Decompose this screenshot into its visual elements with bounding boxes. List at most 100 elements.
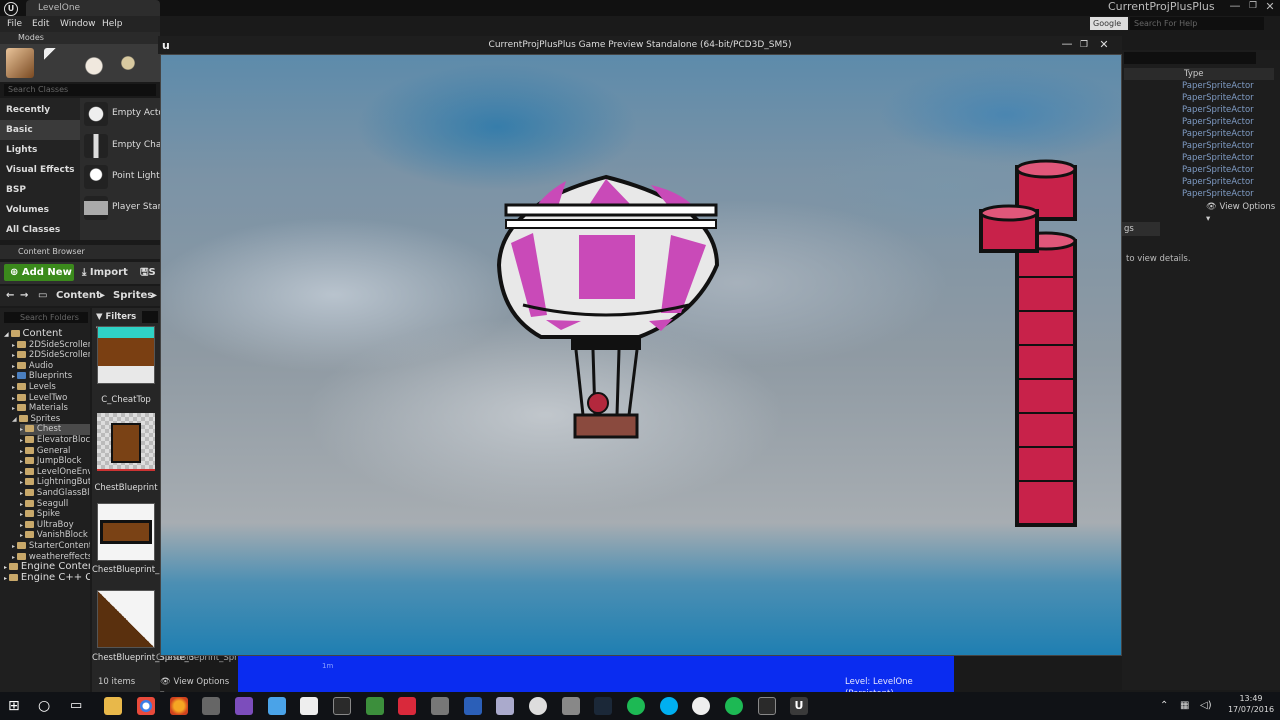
outliner-row-type[interactable]: PaperSpriteActor: [1182, 92, 1254, 104]
tree-item[interactable]: ▸ 2DSideScroller: [12, 340, 90, 351]
back-arrow-icon[interactable]: ←: [6, 286, 14, 306]
landscape-mode-icon[interactable]: [80, 48, 108, 78]
word-icon[interactable]: [464, 697, 482, 715]
category-visual-effects[interactable]: Visual Effects: [0, 160, 80, 180]
itunes-icon[interactable]: [692, 697, 710, 715]
tray-date[interactable]: 17/07/2016: [1226, 705, 1276, 717]
file-explorer-icon[interactable]: [104, 697, 122, 715]
tree-item[interactable]: ▸ Materials: [12, 403, 90, 414]
asset-thumbnail-sprite-1[interactable]: [97, 503, 155, 561]
app-icon[interactable]: [202, 697, 220, 715]
volume-icon[interactable]: ◁): [1200, 697, 1218, 715]
game-close-button[interactable]: ✕: [1096, 38, 1112, 52]
tree-item[interactable]: ▸ UltraBoy: [20, 520, 90, 531]
game-minimize-button[interactable]: —: [1060, 38, 1074, 52]
tray-chevron-up-icon[interactable]: ⌃: [1160, 697, 1178, 715]
tree-item[interactable]: ▸ StarterContent: [12, 541, 90, 552]
firefox-icon[interactable]: [170, 697, 188, 715]
tree-item[interactable]: ▸ JumpBlock: [20, 456, 90, 467]
placeable-empty-character[interactable]: Empty Character: [84, 132, 188, 160]
editor-level-tab[interactable]: LevelOne: [26, 0, 160, 16]
search-provider-dropdown[interactable]: Google: [1090, 17, 1128, 30]
tree-item[interactable]: ▸ Engine Content: [4, 562, 90, 573]
outliner-row-type[interactable]: PaperSpriteActor: [1182, 188, 1254, 200]
outliner-row-type[interactable]: PaperSpriteActor: [1182, 164, 1254, 176]
app-red-icon[interactable]: [398, 697, 416, 715]
spotify-icon[interactable]: [627, 697, 645, 715]
content-browser-tab[interactable]: Content Browser: [0, 245, 160, 259]
app-document-icon[interactable]: [366, 697, 384, 715]
menu-edit[interactable]: Edit: [32, 16, 49, 32]
tree-item[interactable]: ▸ Chest: [20, 424, 90, 435]
outliner-row-type[interactable]: PaperSpriteActor: [1182, 104, 1254, 116]
category-basic[interactable]: Basic: [0, 120, 80, 140]
game-maximize-button[interactable]: ❐: [1077, 38, 1091, 52]
app-cube-icon[interactable]: [268, 697, 286, 715]
app-pen-icon[interactable]: [431, 697, 449, 715]
skype-icon[interactable]: [660, 697, 678, 715]
filters-button[interactable]: ▼ Filters ▾: [96, 311, 138, 334]
epic-launcher-icon[interactable]: [333, 697, 351, 715]
type-column-header[interactable]: Type: [1124, 68, 1274, 80]
tree-item[interactable]: ▸ VanishBlock: [20, 530, 90, 541]
unreal-editor-icon[interactable]: U: [790, 697, 808, 715]
paint-mode-icon[interactable]: [44, 48, 72, 78]
search-icon[interactable]: ○: [38, 697, 56, 715]
breadcrumb-content[interactable]: Content: [56, 286, 101, 306]
breadcrumb-sprites[interactable]: Sprites: [113, 286, 153, 306]
placeable-player-start[interactable]: Player Start: [84, 194, 165, 222]
tree-item[interactable]: ▸ 2DSideScroller: [12, 350, 90, 361]
menu-file[interactable]: File: [7, 16, 22, 32]
category-bsp[interactable]: BSP: [0, 180, 80, 200]
outliner-row-type[interactable]: PaperSpriteActor: [1182, 80, 1254, 92]
tree-item[interactable]: ▸ Levels: [12, 382, 90, 393]
chrome-icon[interactable]: [137, 697, 155, 715]
foliage-mode-icon[interactable]: [114, 48, 142, 78]
tree-item[interactable]: ▸ SandGlassBlo: [20, 488, 90, 499]
tree-item[interactable]: ▸ Seagull: [20, 499, 90, 510]
tree-item[interactable]: ▸ weathereffects: [12, 552, 90, 563]
category-recently-placed[interactable]: Recently Placed: [0, 100, 80, 135]
tree-item[interactable]: ▸ Blueprints: [12, 371, 90, 382]
asset-thumbnail-chestblueprint[interactable]: [97, 413, 155, 471]
view-options-button[interactable]: 👁 View Options ▾: [160, 676, 234, 699]
forward-arrow-icon[interactable]: →: [20, 286, 28, 306]
menu-help[interactable]: Help: [102, 16, 123, 32]
app-logo-icon[interactable]: [529, 697, 547, 715]
category-lights[interactable]: Lights: [0, 140, 80, 160]
outliner-row-type[interactable]: PaperSpriteActor: [1182, 116, 1254, 128]
tree-item[interactable]: ▸ LevelTwo: [12, 393, 90, 404]
tree-item[interactable]: ▸ LevelOneEnv: [20, 467, 90, 478]
add-new-button[interactable]: ⊕ Add New ▾: [4, 264, 74, 295]
category-all-classes[interactable]: All Classes: [0, 220, 80, 240]
game-viewport[interactable]: [160, 54, 1122, 656]
epic-launcher-icon[interactable]: [758, 697, 776, 715]
place-mode-icon[interactable]: [6, 48, 34, 78]
expand-arrow-icon[interactable]: ◢: [12, 416, 19, 423]
outliner-view-options-button[interactable]: 👁 View Options ▾: [1206, 201, 1280, 224]
outliner-search-input[interactable]: [1124, 52, 1256, 64]
save-all-button[interactable]: 🖫S: [140, 264, 160, 281]
app-paper-icon[interactable]: [496, 697, 514, 715]
tree-item[interactable]: ◢ Content: [4, 329, 90, 340]
modes-tab[interactable]: Modes: [0, 32, 160, 44]
asset-thumbnail-cheattop[interactable]: [97, 326, 155, 384]
placeable-empty-actor[interactable]: Empty Actor: [84, 100, 168, 128]
spotify-icon[interactable]: [725, 697, 743, 715]
import-button[interactable]: ⤓ Import: [82, 264, 130, 281]
tree-item[interactable]: ▸ LightningButt: [20, 477, 90, 488]
tree-item[interactable]: ▸ Audio: [12, 361, 90, 372]
steam-icon[interactable]: [594, 697, 612, 715]
windows-start-icon[interactable]: ⊞: [8, 697, 26, 715]
search-folders-input[interactable]: Search Folders: [4, 312, 88, 323]
app-chat-icon[interactable]: [300, 697, 318, 715]
visual-studio-icon[interactable]: [235, 697, 253, 715]
editor-close-button[interactable]: ✕: [1262, 0, 1278, 14]
outliner-row-type[interactable]: PaperSpriteActor: [1182, 140, 1254, 152]
search-classes-input[interactable]: Search Classes: [4, 84, 156, 96]
outliner-row-type[interactable]: PaperSpriteActor: [1182, 176, 1254, 188]
editor-minimize-button[interactable]: —: [1228, 0, 1242, 14]
task-view-icon[interactable]: ▭: [70, 697, 88, 715]
placeable-point-light[interactable]: Point Light: [84, 163, 160, 191]
outliner-row-type[interactable]: PaperSpriteActor: [1182, 128, 1254, 140]
